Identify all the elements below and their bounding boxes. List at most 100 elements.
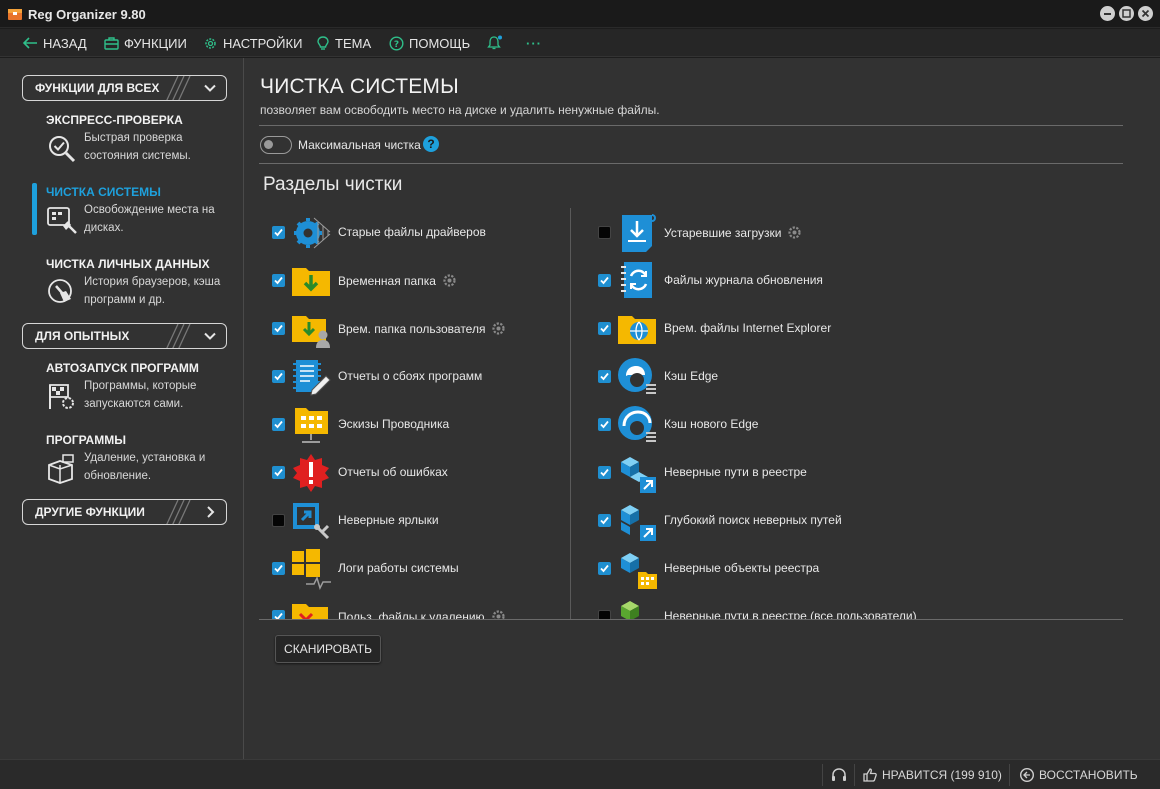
- minimize-button[interactable]: [1100, 6, 1115, 21]
- gear-icon[interactable]: [436, 274, 457, 288]
- toolbar: НАЗАД ФУНКЦИИ НАСТРОЙКИ ТЕМА ? ПОМОЩЬ ··…: [0, 29, 1160, 57]
- group-other-functions-button[interactable]: ДРУГИЕ ФУНКЦИИ: [22, 499, 227, 525]
- sidebar-item-desc: Удаление, установка и обновление.: [84, 452, 206, 482]
- sidebar-item-title: ЧИСТКА СИСТЕМЫ: [46, 185, 161, 199]
- cleaning-item-text: Отчеты о сбоях программ: [338, 369, 483, 383]
- cleaning-item[interactable]: Кэш нового Edge: [598, 402, 898, 450]
- checkbox-checked[interactable]: [272, 226, 285, 239]
- cleaning-item[interactable]: Неверные пути в реестре (все пользовател…: [598, 594, 917, 620]
- functions-button[interactable]: ФУНКЦИИ: [104, 34, 187, 52]
- back-button[interactable]: НАЗАД: [22, 34, 87, 52]
- gear-icon: [205, 37, 216, 49]
- cleaning-item[interactable]: Временная папка: [272, 258, 572, 306]
- checkbox-checked[interactable]: [598, 274, 611, 287]
- cleaning-item-label: Эскизы Проводника: [338, 417, 449, 431]
- cleaning-item[interactable]: Отчеты о сбоях программ: [272, 354, 572, 402]
- trash-box-icon: [48, 454, 74, 484]
- sidebar-item-autorun[interactable]: АВТОЗАПУСК ПРОГРАММ Программы, которые з…: [46, 361, 236, 416]
- cleaning-item-text: Отчеты об ошибках: [338, 465, 448, 479]
- thumbnails-folder-icon: [290, 404, 332, 446]
- checkbox-unchecked[interactable]: [598, 226, 611, 239]
- checkbox-checked[interactable]: [272, 418, 285, 431]
- help-button[interactable]: ? ПОМОЩЬ: [389, 34, 470, 52]
- content-area: ЧИСТКА СИСТЕМЫ позволяет вам освободить …: [245, 58, 1160, 759]
- max-clean-toggle[interactable]: [260, 136, 292, 154]
- active-indicator: [32, 183, 37, 235]
- lightbulb-icon: [317, 35, 329, 50]
- cleaning-item[interactable]: Врем. файлы Internet Explorer: [598, 306, 898, 354]
- sidebar-item-programs[interactable]: ПРОГРАММЫ Удаление, установка и обновлен…: [46, 433, 236, 488]
- cleaning-item-label: Неверные ярлыки: [338, 513, 439, 527]
- stripes-decoration: [166, 76, 191, 100]
- cleaning-board-icon: [47, 207, 77, 234]
- chevron-down-icon: [204, 84, 216, 92]
- group-all-functions-button[interactable]: ФУНКЦИИ ДЛЯ ВСЕХ: [22, 75, 227, 101]
- checkbox-checked[interactable]: [598, 418, 611, 431]
- sidebar-item-system-cleaning[interactable]: ЧИСТКА СИСТЕМЫ Освобождение места на дис…: [46, 185, 236, 240]
- cleaning-item[interactable]: Неверные пути в реестре: [598, 450, 898, 498]
- restore-label: ВОССТАНОВИТЬ: [1039, 768, 1138, 782]
- group-all-label: ФУНКЦИИ ДЛЯ ВСЕХ: [35, 81, 160, 95]
- maximize-button[interactable]: [1119, 6, 1134, 21]
- cleaning-item[interactable]: Файлы журнала обновления: [598, 258, 898, 306]
- gear-icon[interactable]: [781, 226, 802, 240]
- page-title: ЧИСТКА СИСТЕМЫ: [260, 75, 459, 98]
- separator: [1009, 764, 1010, 786]
- checkbox-checked[interactable]: [598, 370, 611, 383]
- settings-button[interactable]: НАСТРОЙКИ: [203, 34, 302, 52]
- headset-icon: [832, 768, 846, 781]
- checkbox-checked[interactable]: [272, 370, 285, 383]
- group-advanced-button[interactable]: ДЛЯ ОПЫТНЫХ: [22, 323, 227, 349]
- cleaning-item[interactable]: Эскизы Проводника: [272, 402, 572, 450]
- driver-gear-icon: [290, 212, 332, 254]
- like-button[interactable]: НРАВИТСЯ (199 910): [862, 766, 1002, 784]
- cleaning-item-label: Временная папка: [338, 273, 457, 288]
- sidebar-item-express-check[interactable]: ЭКСПРЕСС-ПРОВЕРКА Быстрая проверка состо…: [46, 113, 236, 168]
- cleaning-item[interactable]: Старые файлы драйверов: [272, 210, 572, 258]
- cleaning-item-label: Отчеты об ошибках: [338, 465, 448, 479]
- checkbox-checked[interactable]: [598, 466, 611, 479]
- stripes-decoration: [166, 500, 191, 524]
- support-button[interactable]: [831, 766, 847, 784]
- restore-button[interactable]: ВОССТАНОВИТЬ: [1019, 766, 1138, 784]
- close-button[interactable]: [1138, 6, 1153, 21]
- cleaning-item[interactable]: Неверные ярлыки: [272, 498, 572, 546]
- broken-shortcut-icon: [290, 500, 332, 542]
- checkbox-checked[interactable]: [272, 466, 285, 479]
- cleaning-item-text: Старые файлы драйверов: [338, 225, 486, 239]
- sidebar-item-title: ЧИСТКА ЛИЧНЫХ ДАННЫХ: [46, 257, 210, 271]
- checkbox-checked[interactable]: [272, 562, 285, 575]
- cleaning-item[interactable]: Кэш Edge: [598, 354, 898, 402]
- sidebar-item-title: ЭКСПРЕСС-ПРОВЕРКА: [46, 113, 183, 127]
- cleaning-item[interactable]: Отчеты об ошибках: [272, 450, 572, 498]
- error-report-icon: [290, 452, 332, 494]
- cleaning-item-text: Логи работы системы: [338, 561, 459, 575]
- checkbox-checked[interactable]: [598, 562, 611, 575]
- checkbox-checked[interactable]: [598, 514, 611, 527]
- cleaning-sections-list: Старые файлы драйверов Временная папка Вре…: [245, 208, 1145, 620]
- cleaning-item[interactable]: Глубокий поиск неверных путей: [598, 498, 898, 546]
- checkbox-checked[interactable]: [272, 322, 285, 335]
- help-icon[interactable]: ?: [423, 136, 439, 152]
- sidebar-item-privacy-cleaning[interactable]: ЧИСТКА ЛИЧНЫХ ДАННЫХ История браузеров, …: [46, 257, 236, 312]
- notifications-button[interactable]: [487, 34, 508, 52]
- cleaning-item[interactable]: Устаревшие загрузки: [598, 210, 898, 258]
- toolbox-icon: [104, 37, 119, 50]
- sidebar: ФУНКЦИИ ДЛЯ ВСЕХ ЭКСПРЕСС-ПРОВЕРКА Быстр…: [0, 58, 244, 759]
- theme-button[interactable]: ТЕМА: [316, 34, 371, 52]
- gear-icon[interactable]: [485, 322, 506, 336]
- cleaning-item[interactable]: Врем. папка пользователя: [272, 306, 572, 354]
- more-button[interactable]: ···: [526, 34, 542, 52]
- max-clean-label: Максимальная чистка: [298, 138, 421, 152]
- checkbox-checked[interactable]: [272, 274, 285, 287]
- cleaning-item[interactable]: Польз. файлы к удалению: [272, 594, 572, 620]
- scan-button[interactable]: СКАНИРОВАТЬ: [275, 635, 381, 663]
- cleaning-item-text: Файлы журнала обновления: [664, 273, 823, 287]
- checkbox-checked[interactable]: [598, 322, 611, 335]
- cleaning-item-label: Старые файлы драйверов: [338, 225, 486, 239]
- cleaning-item-text: Эскизы Проводника: [338, 417, 450, 431]
- checkbox-unchecked[interactable]: [272, 514, 285, 527]
- cleaning-item[interactable]: Неверные объекты реестра: [598, 546, 898, 594]
- restore-icon: [1019, 767, 1035, 783]
- cleaning-item[interactable]: Логи работы системы: [272, 546, 572, 594]
